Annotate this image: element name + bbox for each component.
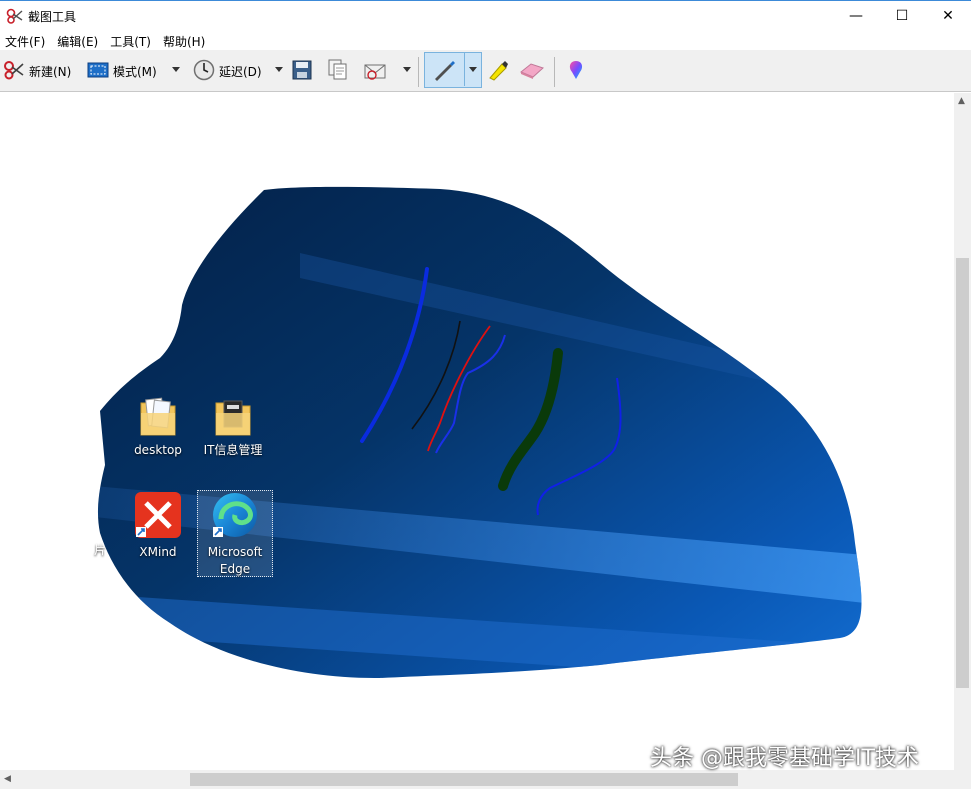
- send-dropdown-arrow[interactable]: [403, 67, 411, 72]
- new-snip-button[interactable]: 新建(N): [3, 56, 71, 86]
- window-title: 截图工具: [28, 10, 77, 24]
- delay-button[interactable]: 延迟(D): [193, 56, 262, 86]
- partial-icon-label: 片: [94, 543, 107, 557]
- menu-file[interactable]: 文件(F): [0, 30, 52, 50]
- folder-icon: [214, 400, 252, 440]
- minimize-button[interactable]: —: [833, 1, 879, 31]
- eraser-icon: [519, 60, 545, 83]
- horizontal-scrollbar[interactable]: ◀: [0, 770, 954, 789]
- delay-label: 延迟(D): [219, 64, 262, 79]
- highlighter-icon: [486, 58, 510, 85]
- snipping-tool-app-icon: [6, 8, 24, 24]
- pen-icon: [432, 58, 456, 85]
- menu-help[interactable]: 帮助(H): [158, 30, 212, 50]
- scissors-icon: [3, 60, 25, 83]
- scroll-left-icon[interactable]: ◀: [4, 774, 11, 784]
- pen-dropdown-arrow[interactable]: [469, 67, 477, 72]
- watermark: 头条 @跟我零基础学IT技术: [650, 746, 919, 771]
- paint3d-icon: [566, 59, 586, 84]
- horizontal-scroll-thumb[interactable]: [190, 773, 738, 786]
- menu-tools[interactable]: 工具(T): [105, 30, 158, 50]
- desktop-icon-it-info[interactable]: IT信息管理: [195, 395, 271, 459]
- mode-button[interactable]: 模式(M): [87, 56, 157, 86]
- title-bar: 截图工具 — ☐ ✕: [0, 0, 971, 30]
- close-button[interactable]: ✕: [925, 1, 971, 31]
- desktop-icon-label-line2: Edge: [219, 562, 251, 576]
- desktop-icon-label-line1: Microsoft: [207, 545, 263, 559]
- vertical-scrollbar[interactable]: ▲: [954, 93, 971, 770]
- eraser-button[interactable]: [519, 56, 549, 86]
- highlighter-button[interactable]: [486, 56, 514, 86]
- desktop-icon-edge[interactable]: Microsoft Edge: [197, 490, 273, 577]
- desktop-icon-xmind[interactable]: XMind: [120, 491, 196, 561]
- folder-icon: [139, 397, 177, 440]
- desktop-icon-desktop[interactable]: desktop: [120, 395, 196, 459]
- scrollbar-corner: [954, 770, 971, 789]
- send-email-icon: [363, 59, 389, 84]
- save-icon: [292, 60, 312, 83]
- pen-icon-wrap[interactable]: [432, 56, 460, 86]
- xmind-icon: [134, 492, 182, 542]
- maximize-button[interactable]: ☐: [879, 1, 925, 31]
- desktop-icon-label: desktop: [134, 443, 182, 457]
- scroll-up-icon[interactable]: ▲: [958, 96, 965, 106]
- save-button[interactable]: [292, 56, 316, 86]
- mode-label: 模式(M): [113, 64, 157, 79]
- pen-split-divider: [464, 52, 465, 86]
- desktop-icon-label: IT信息管理: [203, 443, 263, 457]
- delay-dropdown-arrow[interactable]: [275, 67, 283, 72]
- menu-bar: 文件(F) 编辑(E) 工具(T) 帮助(H): [0, 30, 971, 50]
- toolbar-separator-2: [554, 57, 555, 87]
- paint3d-button[interactable]: [566, 56, 590, 86]
- send-snip-button[interactable]: [363, 56, 393, 86]
- clock-icon: [193, 59, 215, 84]
- mode-icon: [87, 62, 109, 81]
- toolbar: 新建(N) 模式(M) 延迟(D): [0, 50, 971, 92]
- menu-edit[interactable]: 编辑(E): [52, 30, 105, 50]
- desktop-icon-label: XMind: [139, 545, 177, 559]
- vertical-scroll-thumb[interactable]: [956, 258, 969, 688]
- copy-icon: [328, 59, 348, 84]
- toolbar-separator: [418, 57, 419, 87]
- edge-icon: [211, 493, 259, 542]
- copy-button[interactable]: [328, 56, 352, 86]
- mode-dropdown-arrow[interactable]: [172, 67, 180, 72]
- new-snip-label: 新建(N): [29, 64, 72, 79]
- snip-canvas[interactable]: desktop IT信息管理 XMind Microsoft Edge 片: [0, 93, 954, 770]
